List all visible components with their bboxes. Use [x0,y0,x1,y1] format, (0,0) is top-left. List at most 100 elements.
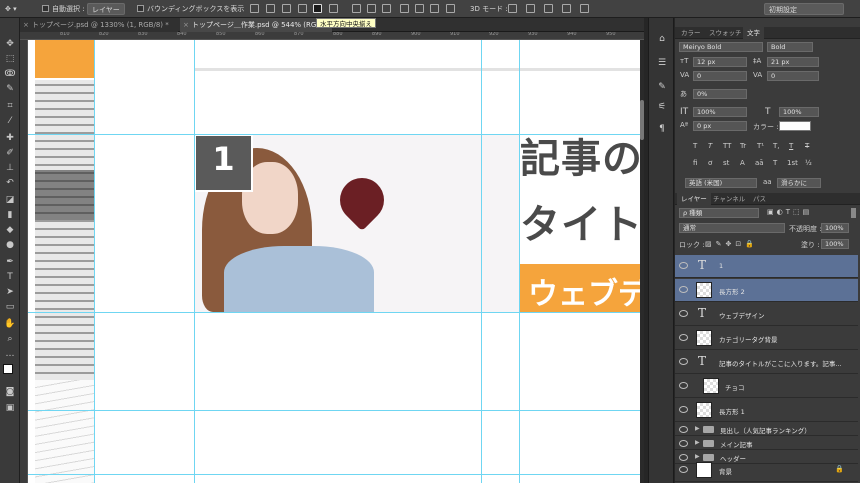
distribute-right-icon[interactable] [430,4,439,13]
align-bottom-icon[interactable] [282,4,291,13]
align-right-icon[interactable] [329,4,338,13]
layer-group-row[interactable]: ▶ メイン記事 [675,437,858,450]
fractions-button[interactable]: ½ [805,159,812,167]
layer-filter-kind[interactable]: ρ 種類 [679,208,759,218]
align-vcenter-icon[interactable] [266,4,275,13]
eye-icon[interactable] [679,310,688,317]
ordinals-button[interactable]: 1st [787,159,798,167]
guide-horizontal[interactable] [28,410,640,411]
align-top-icon[interactable] [250,4,259,13]
close-icon[interactable]: × [183,18,189,32]
auto-align-icon[interactable] [446,4,455,13]
layer-row[interactable]: カテゴリータグ背景 [675,327,858,350]
paragraph-panel-icon[interactable]: ¶ [657,124,667,134]
tab-character[interactable]: 文字 [743,27,764,39]
subscript-button[interactable]: T, [773,142,780,150]
layer-row[interactable]: 長方形 1 [675,399,858,422]
screen-mode-icon[interactable]: ▣ [4,402,16,414]
rectangle-tool-icon[interactable]: ▭ [4,301,16,313]
layer-group-row[interactable]: ▶ 見出し（人気記事ランキング） [675,423,858,436]
horizontal-scale-field[interactable]: 100% [779,107,819,117]
language-select[interactable]: 英語 (米国) [685,178,757,188]
faux-italic-button[interactable]: T [708,142,712,150]
guide-horizontal[interactable] [28,134,640,135]
kerning-field[interactable]: 0 [693,71,747,81]
quick-mask-icon[interactable]: ◙ [4,386,16,398]
leading-field[interactable]: 21 px [767,57,819,67]
hand-tool-icon[interactable]: ✋ [4,318,16,330]
blend-mode-select[interactable]: 通常 [679,223,785,233]
close-icon[interactable]: × [23,18,29,32]
healing-tool-icon[interactable]: ✚ [4,132,16,144]
small-caps-button[interactable]: Tr [740,142,746,150]
guide-vertical[interactable] [194,40,195,483]
font-style-select[interactable]: Bold [767,42,813,52]
history-panel-icon[interactable]: ⌂ [657,34,667,44]
align-left-icon[interactable] [298,4,307,13]
distribute-vcenter-icon[interactable] [367,4,376,13]
superscript-button[interactable]: T¹ [757,142,764,150]
tab-swatches[interactable]: スウォッチ [705,27,746,39]
marquee-tool-icon[interactable]: ⬚ [4,53,16,65]
eye-icon[interactable] [679,440,688,447]
baseline-shift-field[interactable]: 0 px [693,121,747,131]
distribute-hcenter-icon[interactable] [415,4,424,13]
layer-row[interactable]: T 1 [675,255,858,278]
auto-select-dropdown[interactable]: レイヤー [87,3,125,15]
distribute-left-icon[interactable] [400,4,409,13]
layer-row[interactable]: 背景 🔒 [675,459,858,482]
layer-row[interactable]: T 記事のタイトルがここに入ります。記事... [675,351,858,374]
lock-icons[interactable]: ▨✎✥⊡🔒 [705,240,758,248]
foreground-color-swatch[interactable] [3,364,13,374]
tab-paths[interactable]: パス [749,193,770,205]
opacity-field[interactable]: 100% [821,223,849,233]
history-brush-tool-icon[interactable]: ↶ [4,177,16,189]
show-bbox-checkbox[interactable]: バウンディングボックスを表示 [137,3,244,15]
distribute-top-icon[interactable] [352,4,361,13]
vertical-scale-field[interactable]: 100% [693,107,747,117]
move-tool-icon[interactable]: ✥ [4,38,16,50]
document-canvas[interactable]: 1 記事の タイト ウェブデ [28,40,640,483]
move-tool-preset-icon[interactable]: ✥ ▾ [5,3,17,15]
old-style-button[interactable]: st [723,159,729,167]
filter-toggle[interactable] [851,208,856,218]
tsume-field[interactable]: 0% [693,89,747,99]
canvas-scrollbar[interactable] [640,40,644,483]
eraser-tool-icon[interactable]: ◪ [4,194,16,206]
lasso-tool-icon[interactable]: ↂ [4,68,16,80]
zoom-tool-icon[interactable]: ⌕ [4,333,16,345]
auto-select-checkbox[interactable]: 自動選択 : [42,3,85,15]
3d-pan-icon[interactable] [544,4,553,13]
expand-arrow-icon[interactable]: ▶ [695,439,700,446]
tab-layers[interactable]: レイヤー [677,193,711,205]
layer-filter-icons[interactable]: ▣◐T⬚▤ [767,208,812,216]
align-hcenter-icon[interactable] [313,4,322,13]
3d-slide-icon[interactable] [562,4,571,13]
guide-horizontal[interactable] [28,474,640,475]
3d-rotate-icon[interactable] [508,4,517,13]
stamp-tool-icon[interactable]: ⊥ [4,162,16,174]
type-tool-icon[interactable]: T [4,271,16,283]
ligature-button[interactable]: fi [693,159,697,167]
guide-vertical[interactable] [481,40,482,483]
eye-icon[interactable] [679,466,688,473]
strikethrough-button[interactable]: T [805,142,809,150]
gradient-tool-icon[interactable]: ▮ [4,209,16,221]
dodge-tool-icon[interactable]: ● [4,239,16,251]
workspace-dropdown[interactable]: 初期設定 [764,3,844,15]
guide-horizontal[interactable] [28,312,640,313]
eyedropper-tool-icon[interactable]: ⁄ [4,115,16,127]
titling-button[interactable]: T [773,159,777,167]
swash-button[interactable]: A [740,159,745,167]
guide-vertical[interactable] [94,40,95,483]
brush-panel-icon[interactable]: ✎ [657,82,667,92]
document-tab-1[interactable]: × トップページ.psd @ 1330% (1, RGB/8) * [20,18,178,32]
path-select-tool-icon[interactable]: ➤ [4,286,16,298]
all-caps-button[interactable]: TT [723,142,731,150]
text-color-swatch[interactable] [779,121,811,131]
eye-icon[interactable] [679,406,688,413]
tab-color[interactable]: カラー [677,27,705,39]
eye-icon[interactable] [679,262,688,269]
tracking-field[interactable]: 0 [767,71,819,81]
ranking-badge[interactable]: 1 [194,134,253,192]
